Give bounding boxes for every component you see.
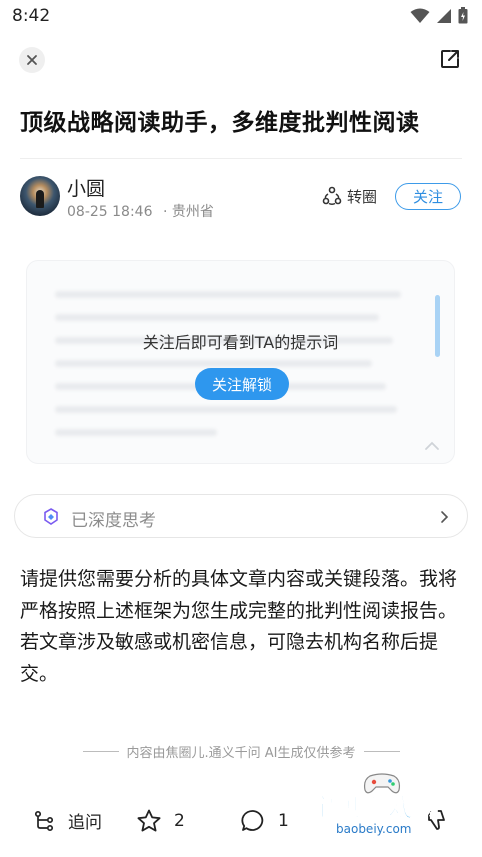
close-icon	[27, 55, 37, 65]
status-time: 8:42	[12, 6, 51, 26]
repost-label: 转圈	[347, 187, 378, 206]
comment-button[interactable]: 1	[240, 808, 289, 834]
signal-icon	[437, 8, 451, 23]
star-icon	[137, 809, 161, 832]
deep-think-icon	[44, 508, 58, 525]
followup-button[interactable]: 追问	[34, 808, 102, 833]
share-icon	[441, 50, 459, 68]
post-date: 08-25 18:46	[67, 204, 153, 220]
top-bar	[0, 40, 482, 80]
locked-prompt-card: 关注后即可看到TA的提示词 关注解锁	[26, 260, 455, 464]
author-row: 小圆 08-25 18:46 · 贵州省 转圈 关注	[20, 174, 462, 222]
author-meta: 08-25 18:46 · 贵州省	[67, 201, 214, 221]
share-button[interactable]	[438, 47, 462, 71]
divider	[20, 158, 462, 159]
chevron-up-icon[interactable]	[424, 441, 440, 451]
author-name[interactable]: 小圆	[67, 174, 105, 201]
locked-prompt-message: 关注后即可看到TA的提示词	[142, 333, 339, 352]
answer-text: 请提供您需要分析的具体文章内容或关键段落。我将严格按照上述框架为您生成完整的批判…	[20, 568, 458, 685]
repost-icon	[322, 186, 342, 205]
avatar[interactable]	[20, 176, 60, 216]
comment-count: 1	[278, 811, 289, 831]
followup-icon	[34, 810, 54, 831]
deep-think-toggle[interactable]: 已深度思考	[14, 494, 468, 538]
deep-think-label: 已深度思考	[71, 511, 156, 531]
chevron-right-icon	[441, 511, 449, 523]
watermark-url: baobeiy.com	[332, 822, 416, 836]
comment-icon	[241, 810, 264, 831]
watermark-title: 宝贝游戏网	[309, 793, 441, 823]
avatar-figure	[36, 190, 44, 208]
status-icons	[410, 7, 468, 24]
divider	[82, 751, 119, 752]
followup-label: 追问	[68, 813, 102, 833]
close-button[interactable]	[19, 47, 45, 73]
page-title: 顶级战略阅读助手，多维度批判性阅读	[20, 110, 420, 136]
status-bar: 8:42	[0, 0, 482, 34]
star-button[interactable]: 2	[136, 808, 185, 834]
disclaimer-text: 内容由焦圈儿.通义千问 AI生成仅供参考	[126, 746, 356, 761]
wifi-icon	[410, 8, 430, 23]
repost-button[interactable]: 转圈	[321, 185, 377, 207]
follow-button[interactable]: 关注	[395, 183, 461, 210]
site-watermark: 宝贝游戏网 baobeiy.com	[302, 768, 462, 838]
star-count: 2	[174, 811, 185, 831]
post-location: · 贵州省	[162, 204, 214, 220]
ai-disclaimer: 内容由焦圈儿.通义千问 AI生成仅供参考	[0, 742, 482, 761]
follow-unlock-button[interactable]: 关注解锁	[195, 368, 289, 400]
battery-icon	[458, 7, 468, 24]
divider	[363, 751, 400, 752]
